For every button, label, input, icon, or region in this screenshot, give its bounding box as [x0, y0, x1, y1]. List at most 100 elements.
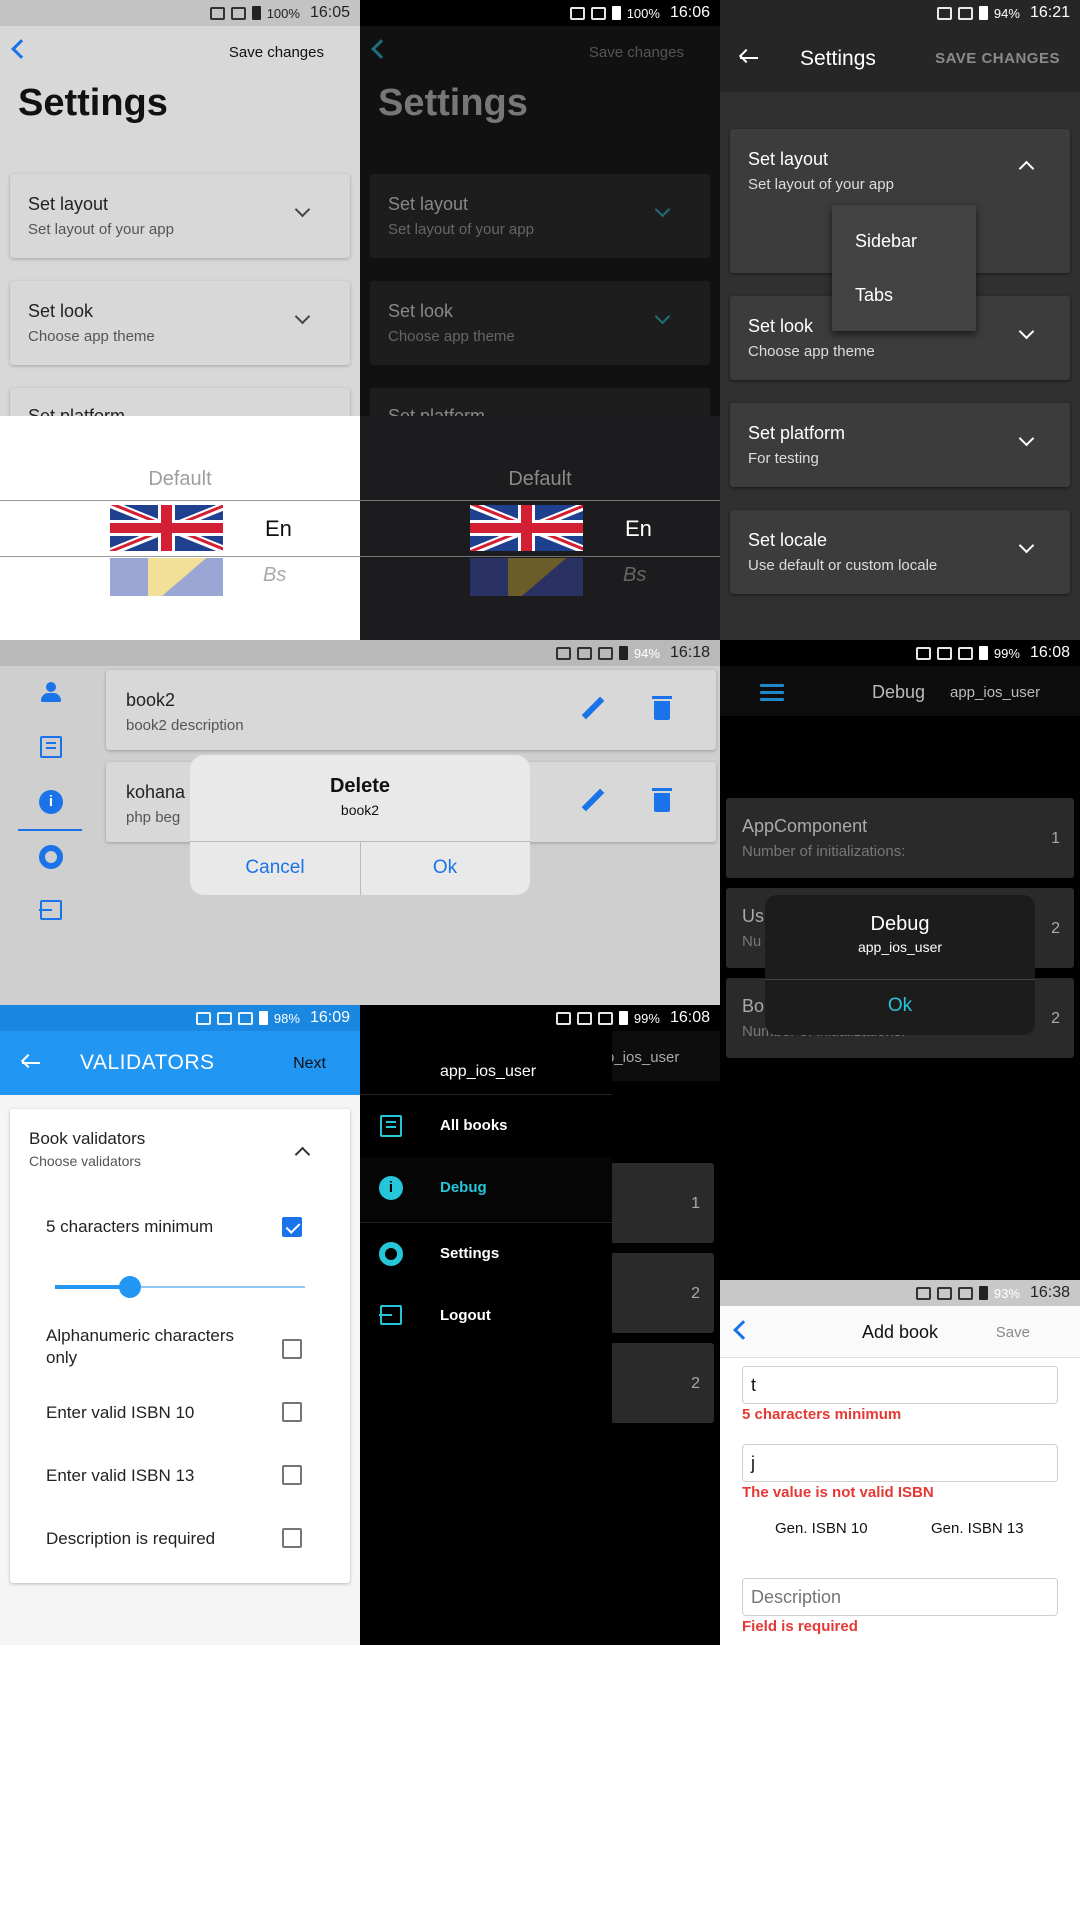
validator-label: 5 characters minimum	[46, 1217, 214, 1236]
validator-checkbox[interactable]	[282, 1217, 302, 1237]
picker-option-bs[interactable]: Bs	[263, 564, 286, 587]
validator-checkbox[interactable]	[282, 1339, 302, 1359]
status-icon	[569, 6, 585, 20]
picker-option-en[interactable]: En	[265, 516, 292, 542]
books-icon[interactable]	[40, 736, 62, 758]
settings-item-platform[interactable]: Set platform For testing	[730, 403, 1070, 487]
item-title: Set layout	[28, 194, 109, 214]
settings-item-look[interactable]: Set look Choose app theme	[370, 281, 710, 365]
description-input[interactable]	[742, 1578, 1058, 1616]
picker-option-en[interactable]: En	[625, 516, 652, 542]
logout-icon[interactable]	[39, 900, 62, 920]
picker-divider	[0, 500, 360, 501]
debug-row: AppComponent Number of initializations: …	[726, 798, 1074, 878]
validators-screen: 98% 16:09 VALIDATORS Next Book validator…	[0, 1005, 360, 1645]
save-changes-button[interactable]: Save changes	[589, 44, 684, 61]
delete-icon[interactable]	[652, 788, 672, 812]
row-count: 2	[691, 1375, 700, 1392]
item-title: Set platform	[748, 423, 846, 443]
save-changes-button[interactable]: Save changes	[229, 44, 324, 61]
settings-item-layout[interactable]: Set layout Set layout of your app	[10, 174, 350, 258]
cancel-button[interactable]: Cancel	[190, 857, 360, 879]
debug-screen: 99% 16:08 Debug app_ios_user AppComponen…	[720, 640, 1080, 1280]
books-screen: 94% 16:18 i book2 book2 description koha…	[0, 640, 720, 1005]
status-icon	[957, 6, 973, 20]
ok-button[interactable]: Ok	[765, 995, 1035, 1017]
back-arrow-icon[interactable]	[738, 47, 758, 69]
book-description: book2 description	[126, 717, 244, 734]
save-changes-button[interactable]: SAVE CHANGES	[935, 50, 1060, 67]
info-icon[interactable]: i	[39, 790, 63, 814]
dialog-title: Debug	[870, 913, 930, 935]
back-icon[interactable]	[371, 39, 391, 59]
locale-picker[interactable]: Default En Bs	[0, 416, 360, 640]
user-icon[interactable]	[40, 682, 62, 704]
drawer-item-debug[interactable]: i Debug	[360, 1157, 612, 1221]
isbn-input[interactable]: j	[742, 1444, 1058, 1482]
validator-checkbox[interactable]	[282, 1528, 302, 1548]
delete-dialog: Delete book2 Cancel Ok	[190, 755, 530, 895]
status-bar: 93% 16:38	[720, 1280, 1080, 1306]
battery-icon	[618, 646, 628, 660]
next-button[interactable]: Next	[293, 1055, 326, 1073]
status-icon	[957, 646, 973, 660]
save-button[interactable]: Save	[996, 1324, 1030, 1341]
chevron-up-icon[interactable]	[294, 1146, 311, 1163]
settings-item-look[interactable]: Set look Choose app theme	[10, 281, 350, 365]
status-time: 16:08	[1029, 644, 1070, 661]
slider-knob[interactable]	[118, 1276, 141, 1298]
settings-material-screen: 94% 16:21 Settings SAVE CHANGES Set layo…	[720, 0, 1080, 640]
battery-text: 100%	[266, 5, 300, 21]
edit-icon[interactable]	[580, 696, 606, 722]
drawer-item-all-books[interactable]: All books	[360, 1095, 612, 1157]
settings-item-layout[interactable]: Set layout Set layout of your app	[370, 174, 710, 258]
validator-checkbox[interactable]	[282, 1465, 302, 1485]
validator-label: Alphanumeric characters only	[46, 1326, 235, 1367]
status-icon	[576, 646, 592, 660]
generate-isbn13-button[interactable]: Gen. ISBN 13	[931, 1520, 1024, 1537]
app-bar: Debug app_ios_user	[720, 666, 1080, 716]
locale-picker[interactable]: Default En Bs	[360, 416, 720, 640]
dropdown-option-tabs[interactable]: Tabs	[855, 285, 893, 306]
title-input[interactable]: t	[742, 1366, 1058, 1404]
drawer-user: app_ios_user	[440, 1063, 537, 1080]
row-subtitle: Number of initializations:	[742, 843, 906, 860]
back-arrow-icon[interactable]	[20, 1052, 40, 1074]
validator-checkbox[interactable]	[282, 1402, 302, 1422]
status-bar: 94% 16:18	[0, 640, 720, 666]
status-icon	[597, 1011, 613, 1025]
page-title: Debug	[872, 682, 926, 702]
page-title: Settings	[800, 47, 876, 70]
drawer-screen: 99% 16:08 o_ios_user 1 2 2 app_ios_user …	[360, 1005, 720, 1645]
item-title: Set look	[28, 301, 94, 321]
battery-icon	[611, 6, 621, 20]
min-length-slider[interactable]	[55, 1275, 305, 1299]
settings-item-locale[interactable]: Set locale Use default or custom locale	[730, 510, 1070, 594]
status-bar: 94% 16:21	[720, 0, 1080, 26]
row-count: 2	[691, 1285, 700, 1302]
picker-option-default[interactable]: Default	[0, 468, 360, 491]
menu-icon[interactable]	[760, 684, 786, 702]
row-count: 2	[1051, 920, 1060, 937]
edit-icon[interactable]	[580, 788, 606, 814]
back-icon[interactable]	[11, 39, 31, 59]
dropdown-option-sidebar[interactable]: Sidebar	[855, 231, 917, 252]
page-title: Settings	[18, 82, 168, 124]
battery-text: 94%	[633, 645, 660, 661]
picker-option-bs[interactable]: Bs	[623, 564, 646, 587]
battery-text: 93%	[993, 1285, 1020, 1301]
ok-button[interactable]: Ok	[360, 857, 530, 879]
settings-light-screen: 100% 16:05 Save changes Settings Set lay…	[0, 0, 360, 640]
item-subtitle: Choose app theme	[748, 343, 875, 360]
drawer-item-logout[interactable]: Logout	[360, 1285, 612, 1347]
row-title: AppComponent	[742, 816, 868, 836]
generate-isbn10-button[interactable]: Gen. ISBN 10	[775, 1520, 868, 1537]
book-row[interactable]: book2 book2 description	[106, 670, 716, 750]
picker-option-default[interactable]: Default	[360, 468, 720, 491]
status-time: 16:09	[309, 1009, 350, 1026]
item-subtitle: Set layout of your app	[28, 221, 174, 238]
drawer-item-settings[interactable]: Settings	[360, 1223, 612, 1285]
status-icon	[237, 1011, 253, 1025]
gear-icon[interactable]	[39, 845, 63, 869]
delete-icon[interactable]	[652, 696, 672, 720]
